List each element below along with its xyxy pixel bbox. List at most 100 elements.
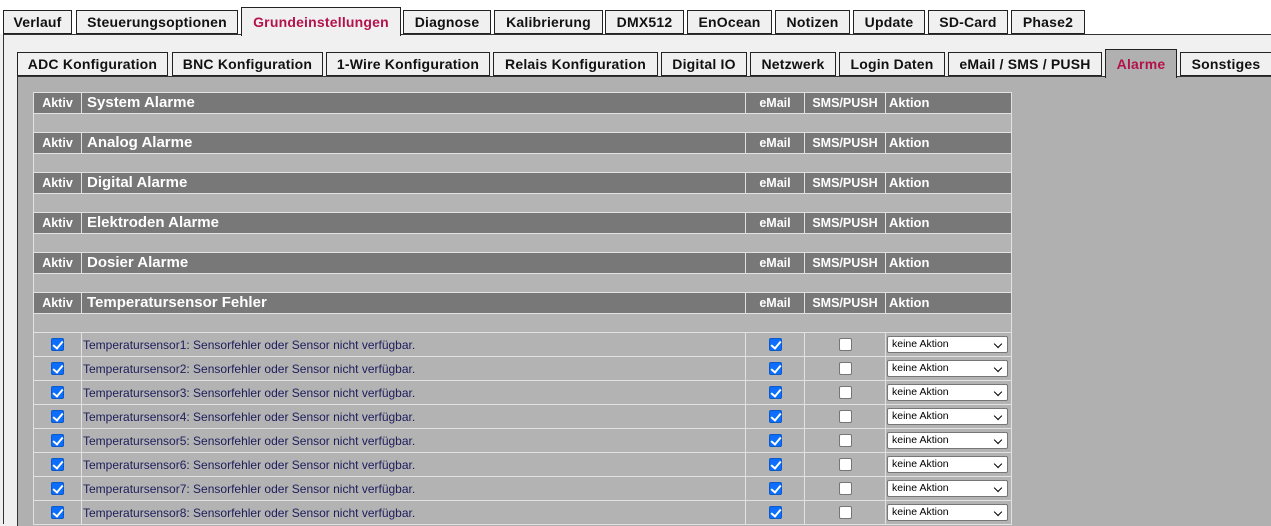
alarm-email-cell [745,476,805,501]
alarm-action-select[interactable]: keine Aktion [887,503,1008,521]
tab-kalibrierung[interactable]: Kalibrierung [494,10,603,34]
alarm-action-select[interactable]: keine Aktion [887,455,1008,473]
alarm-email-cell [745,404,805,429]
alarm-action-select[interactable]: keine Aktion [887,359,1008,377]
col-header-sms-push: SMS/PUSH [804,252,886,274]
col-header-aktiv: Aktiv [33,92,82,114]
col-header-aktiv-label: Aktiv [42,136,73,150]
tab-1-wire-konfiguration[interactable]: 1-Wire Konfiguration [326,52,490,76]
alarm-description-cell: Temperatursensor3: Sensorfehler oder Sen… [81,380,746,405]
alarm-sms-push-checkbox[interactable] [838,385,852,399]
tab-dmx512[interactable]: DMX512 [605,10,684,34]
alarm-sms-push-checkbox[interactable] [838,433,852,447]
alarm-description-cell: Temperatursensor6: Sensorfehler oder Sen… [81,452,746,477]
alarm-row: Temperatursensor3: Sensorfehler oder Sen… [33,380,1012,405]
alarm-active-checkbox[interactable] [51,481,64,495]
tab-alarme[interactable]: Alarme [1105,49,1177,78]
tab-bnc-konfiguration[interactable]: BNC Konfiguration [172,52,323,76]
alarm-active-checkbox[interactable] [51,385,64,399]
alarm-email-checkbox[interactable] [768,385,782,399]
chevron-down-icon [993,411,1003,421]
alarm-sms-push-cell [804,332,886,357]
col-header-email-label: eMail [759,256,791,270]
alarm-sms-push-checkbox[interactable] [838,505,852,519]
alarm-action-cell: keine Aktion [885,332,1012,357]
alarm-action-value: keine Aktion [892,385,949,398]
alarm-sms-push-checkbox[interactable] [838,409,852,423]
alarm-email-checkbox[interactable] [768,505,782,519]
alarm-row: Temperatursensor2: Sensorfehler oder Sen… [33,356,1012,381]
tab-email-sms-push[interactable]: eMail / SMS / PUSH [948,52,1102,76]
tab-update[interactable]: Update [853,10,925,34]
chevron-down-icon [993,339,1003,349]
alarm-action-cell: keine Aktion [885,500,1012,525]
alarm-sms-push-checkbox[interactable] [838,337,852,351]
tab-adc-konfiguration[interactable]: ADC Konfiguration [17,52,168,76]
col-header-aktiv-label: Aktiv [42,176,73,190]
alarm-active-checkbox[interactable] [51,337,64,351]
alarm-sms-push-cell [804,500,886,525]
alarm-email-cell [745,500,805,525]
alarm-row: Temperatursensor5: Sensorfehler oder Sen… [33,428,1012,453]
alarm-description: Temperatursensor5: Sensorfehler oder Sen… [83,433,416,448]
col-header-aktion: Aktion [885,292,1012,314]
section-spacer-cell [33,313,1012,333]
col-header-sms-push-label: SMS/PUSH [812,216,878,230]
col-header-aktion-label: Aktion [889,255,930,270]
alarm-action-select[interactable]: keine Aktion [887,407,1008,425]
alarm-active-cell [33,356,82,381]
alarm-email-checkbox[interactable] [768,337,782,351]
tab-login-daten[interactable]: Login Daten [839,52,945,76]
alarm-action-value: keine Aktion [892,361,949,374]
col-header-sms-push-label: SMS/PUSH [812,176,878,190]
chevron-down-icon [993,483,1003,493]
alarm-email-checkbox[interactable] [768,433,782,447]
alarm-email-checkbox[interactable] [768,409,782,423]
alarm-sms-push-checkbox[interactable] [838,361,852,375]
alarm-action-select[interactable]: keine Aktion [887,383,1008,401]
alarm-action-cell: keine Aktion [885,476,1012,501]
alarm-action-select[interactable]: keine Aktion [887,431,1008,449]
alarm-email-checkbox[interactable] [768,481,782,495]
main-tab-bar: Verlauf Steuerungsoptionen Grundeinstell… [0,0,1271,36]
alarm-action-select[interactable]: keine Aktion [887,479,1008,497]
alarm-description-cell: Temperatursensor4: Sensorfehler oder Sen… [81,404,746,429]
col-header-aktiv: Aktiv [33,252,82,274]
col-header-email: eMail [745,132,805,154]
tab-steuerungsoptionen[interactable]: Steuerungsoptionen [76,10,238,34]
empty-section-cell [33,113,1012,133]
alarm-email-cell [745,356,805,381]
tab-netzwerk[interactable]: Netzwerk [750,52,836,76]
tab-sonstiges[interactable]: Sonstiges [1180,52,1271,76]
alarm-active-checkbox[interactable] [51,409,64,423]
col-header-aktion: Aktion [885,92,1012,114]
tab-notizen[interactable]: Notizen [775,10,850,34]
alarm-active-checkbox[interactable] [51,433,64,447]
tab-phase2[interactable]: Phase2 [1011,10,1085,34]
chevron-down-icon [993,459,1003,469]
alarm-action-select[interactable]: keine Aktion [887,335,1008,353]
section-header-system-alarme: Aktiv System Alarme eMail SMS/PUSH Aktion [33,92,1012,114]
tab-enocean[interactable]: EnOcean [687,10,772,34]
tab-digital-io[interactable]: Digital IO [661,52,747,76]
alarm-email-checkbox[interactable] [768,457,782,471]
empty-section-cell [33,193,1012,213]
alarm-action-cell: keine Aktion [885,404,1012,429]
alarm-row: Temperatursensor7: Sensorfehler oder Sen… [33,476,1012,501]
alarm-active-checkbox[interactable] [51,505,64,519]
col-header-sms-push: SMS/PUSH [804,292,886,314]
alarm-email-checkbox[interactable] [768,361,782,375]
col-header-aktiv-label: Aktiv [42,256,73,270]
alarm-action-value: keine Aktion [892,505,949,518]
alarm-action-cell: keine Aktion [885,380,1012,405]
alarm-sms-push-checkbox[interactable] [838,457,852,471]
alarm-sms-push-checkbox[interactable] [838,481,852,495]
tab-relais-konfiguration[interactable]: Relais Konfiguration [493,52,658,76]
col-header-sms-push-label: SMS/PUSH [812,296,878,310]
tab-diagnose[interactable]: Diagnose [403,10,491,34]
tab-sd-card[interactable]: SD-Card [928,10,1008,34]
alarm-active-checkbox[interactable] [51,457,64,471]
tab-grundeinstellungen[interactable]: Grundeinstellungen [241,7,401,36]
alarm-active-checkbox[interactable] [51,361,64,375]
tab-verlauf[interactable]: Verlauf [3,10,72,34]
